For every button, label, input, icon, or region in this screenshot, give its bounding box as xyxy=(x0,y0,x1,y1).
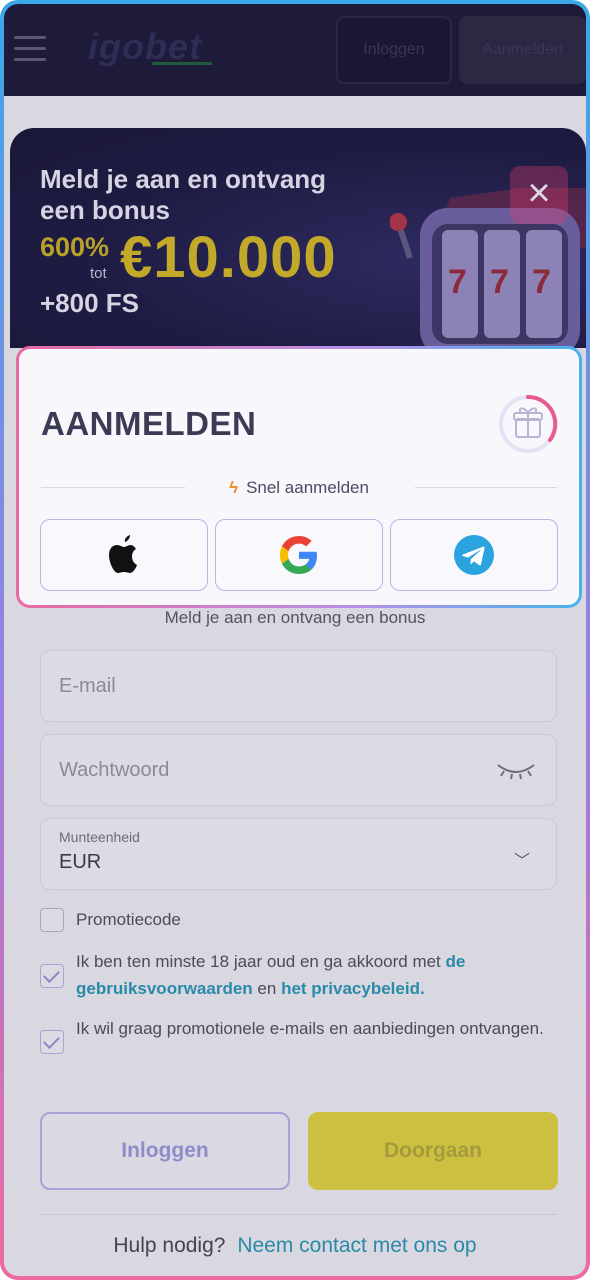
email-placeholder: E-mail xyxy=(59,675,116,697)
email-field[interactable]: E-mail xyxy=(40,650,557,722)
contact-us-link[interactable]: Neem contact met ons op xyxy=(237,1234,476,1257)
help-line: Hulp nodig? Neem contact met ons op xyxy=(4,1234,586,1258)
screen-frame: igobet Inloggen Aanmelden Meld je aan en… xyxy=(0,0,590,1280)
currency-value: EUR xyxy=(59,851,102,873)
header-signup-button[interactable]: Aanmelden xyxy=(459,16,586,84)
bonus-banner: Meld je aan en ontvang een bonus 600% to… xyxy=(10,128,586,348)
quick-signup-text: Snel aanmelden xyxy=(246,478,369,497)
promo-checkbox[interactable] xyxy=(40,908,64,932)
currency-select[interactable]: Munteenheid EUR ﹀ xyxy=(40,818,557,890)
terms-checkbox[interactable] xyxy=(40,964,64,988)
gift-progress-icon xyxy=(499,394,558,453)
top-header: igobet Inloggen Aanmelden xyxy=(4,4,586,96)
banner-percent: 600% xyxy=(40,232,110,262)
password-placeholder: Wachtwoord xyxy=(59,759,170,781)
banner-close-button[interactable]: × xyxy=(510,166,568,224)
privacy-policy-link[interactable]: het privacybeleid. xyxy=(281,979,425,998)
banner-title: Meld je aan en ontvang een bonus xyxy=(40,164,327,225)
close-icon: × xyxy=(527,171,551,215)
terms-text: Ik ben ten minste 18 jaar oud en ga akko… xyxy=(76,948,546,1002)
continue-button[interactable]: Doorgaan xyxy=(308,1112,558,1190)
chevron-down-icon: ﹀ xyxy=(513,853,530,870)
promo-label: Promotiecode xyxy=(76,910,181,929)
signup-modal: AANMELDEN ϟ Snel aanmelden xyxy=(16,346,582,608)
marketing-label: Ik wil graag promotionele e-mails en aan… xyxy=(76,1019,544,1038)
header-login-button[interactable]: Inloggen xyxy=(336,16,452,84)
quick-signup-label: ϟ Snel aanmelden xyxy=(19,478,579,498)
terms-prefix: Ik ben ten minste 18 jaar oud en ga akko… xyxy=(76,952,441,971)
banner-free-spins: +800 FS xyxy=(40,288,140,318)
telegram-signup-button[interactable] xyxy=(390,519,558,591)
menu-icon[interactable] xyxy=(14,36,46,62)
divider xyxy=(40,1214,557,1215)
banner-amount: €10.000 xyxy=(120,225,337,290)
google-signup-button[interactable] xyxy=(215,519,383,591)
form-subtitle: Meld je aan en ontvang een bonus xyxy=(164,608,426,627)
telegram-icon xyxy=(454,535,494,575)
password-field[interactable]: Wachtwoord xyxy=(40,734,557,806)
apple-signup-button[interactable] xyxy=(40,519,208,591)
apple-icon xyxy=(109,535,137,573)
logo-underline xyxy=(152,62,212,65)
google-icon xyxy=(280,536,317,574)
currency-label: Munteenheid xyxy=(59,829,140,845)
lightning-icon: ϟ xyxy=(229,478,239,497)
svg-text:7: 7 xyxy=(490,263,509,301)
svg-text:7: 7 xyxy=(532,263,551,301)
eye-closed-icon[interactable] xyxy=(496,761,536,781)
svg-text:7: 7 xyxy=(448,263,467,301)
marketing-checkbox[interactable] xyxy=(40,1030,64,1054)
terms-and: en xyxy=(257,979,277,998)
modal-title: AANMELDEN xyxy=(41,405,257,442)
login-button[interactable]: Inloggen xyxy=(40,1112,290,1190)
banner-tot: tot xyxy=(90,265,107,282)
help-text: Hulp nodig? xyxy=(113,1234,226,1257)
